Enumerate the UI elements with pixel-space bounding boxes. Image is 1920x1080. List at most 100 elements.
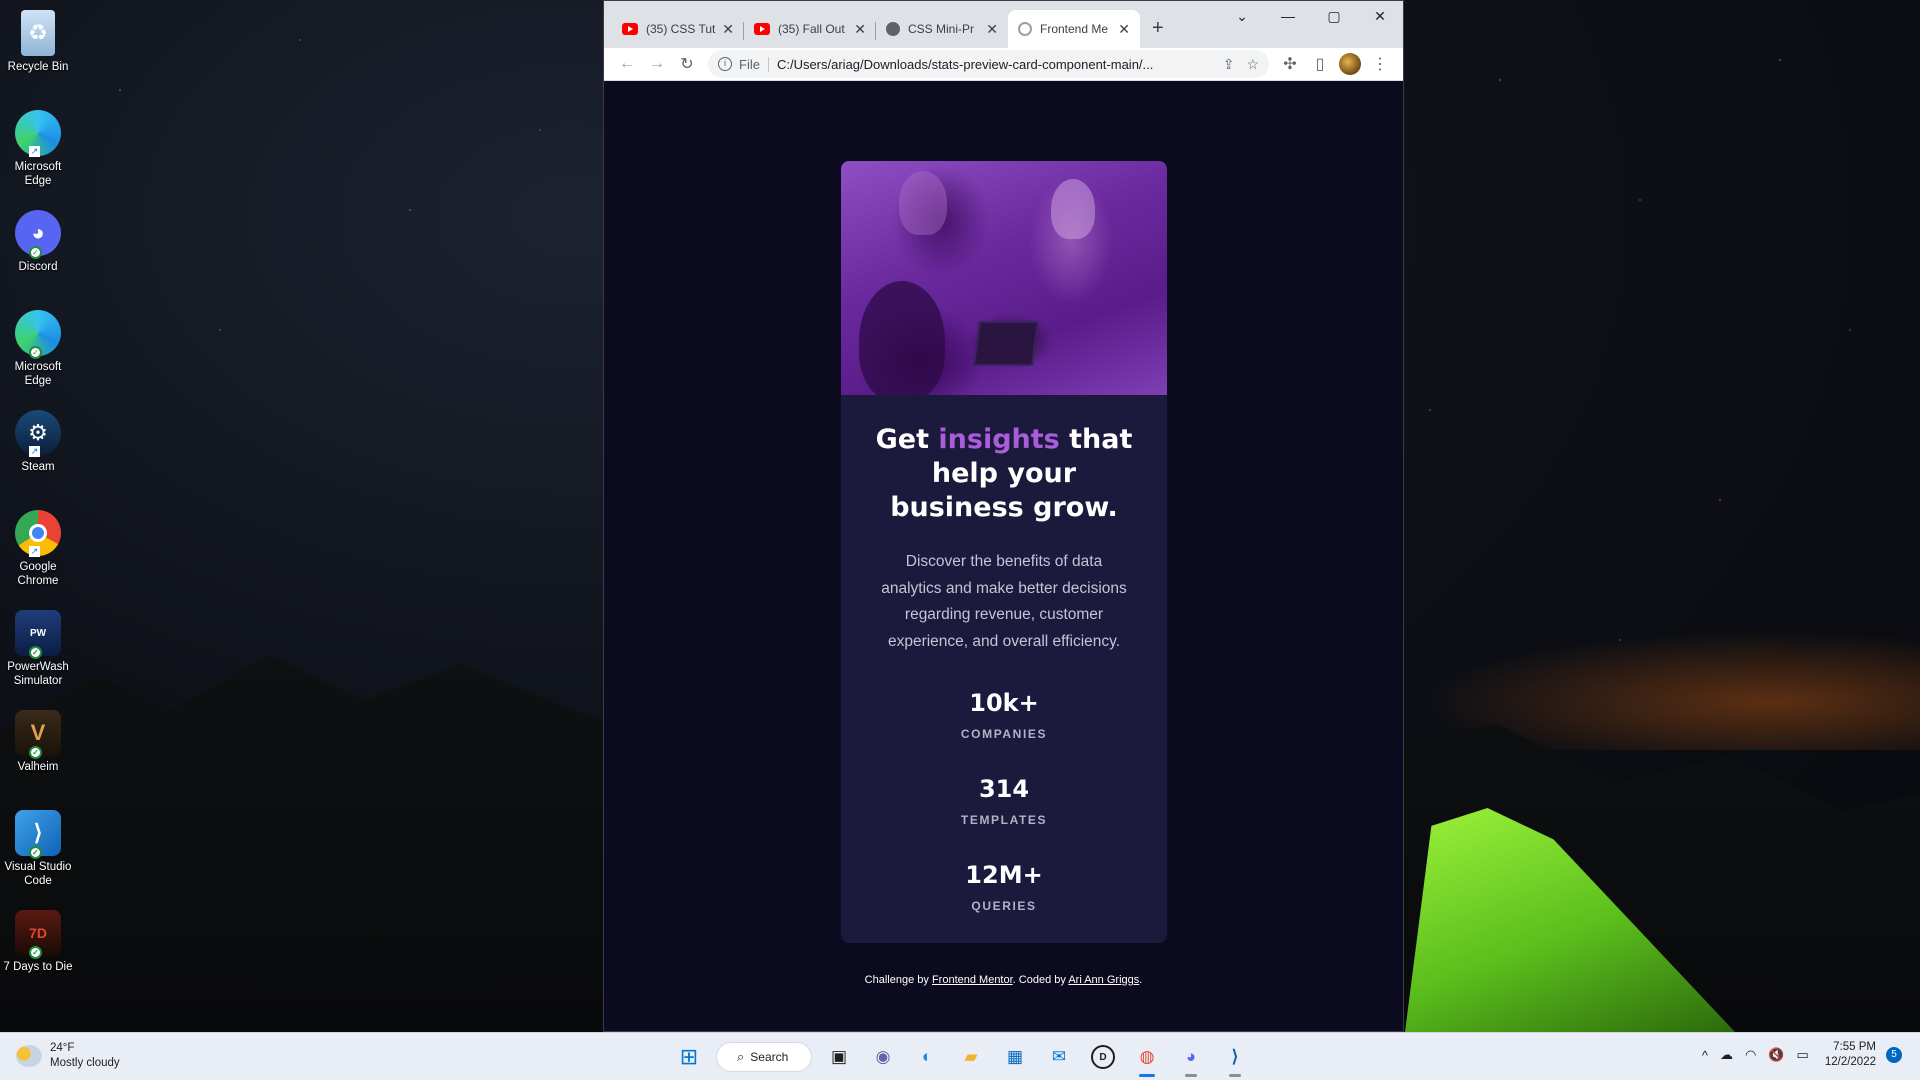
tab-fall-out[interactable]: (35) Fall Out ✕ [744, 10, 876, 48]
attribution-text: Challenge by [864, 974, 932, 986]
close-tab-icon[interactable]: ✕ [854, 21, 866, 38]
bookmark-star-icon[interactable]: ☆ [1246, 56, 1259, 73]
desktop-icon-7days[interactable]: 7D ✓ 7 Days to Die [0, 906, 76, 1006]
desktop-icon-recycle-bin[interactable]: ♻ Recycle Bin [0, 6, 76, 106]
desktop-icon-valheim[interactable]: V ✓ Valheim [0, 706, 76, 806]
battery-icon[interactable]: ▭ [1797, 1047, 1809, 1063]
teams-chat-icon[interactable]: ◉ [866, 1040, 900, 1074]
discord-taskbar-icon[interactable]: ◕ [1174, 1040, 1208, 1077]
desktop-icon-vscode[interactable]: ⟩ ✓ Visual Studio Code [0, 806, 76, 906]
desktop-icon-chrome[interactable]: ↗ Google Chrome [0, 506, 76, 606]
desktop-icon-label: Microsoft Edge [14, 361, 62, 387]
headline-accent: insights [938, 424, 1060, 455]
desktop-icon-steam[interactable]: ⚙ ↗ Steam [0, 406, 76, 506]
dell-icon[interactable]: D [1091, 1045, 1115, 1069]
file-explorer-icon[interactable]: ▰ [954, 1040, 988, 1074]
stat-label: TEMPLATES [960, 813, 1048, 827]
taskbar-search[interactable]: ⌕ Search [716, 1042, 812, 1072]
desktop-icon-label: Google Chrome [17, 561, 59, 587]
desktop-icon-label: 7 Days to Die [3, 961, 73, 973]
weather-cloudy-icon [16, 1045, 42, 1067]
tab-strip: (35) CSS Tut ✕ (35) Fall Out ✕ CSS Mini-… [604, 1, 1403, 48]
notification-badge[interactable]: 5 [1886, 1047, 1902, 1063]
extensions-icon[interactable]: ✣ [1275, 50, 1305, 78]
sync-check-icon: ✓ [29, 946, 42, 959]
frontend-mentor-link[interactable]: Frontend Mentor [932, 974, 1013, 986]
close-tab-icon[interactable]: ✕ [986, 21, 998, 38]
side-panel-icon[interactable]: ▯ [1305, 50, 1335, 78]
share-icon[interactable]: ⇪ [1223, 56, 1235, 73]
desktop-icon-edge[interactable]: ↗ Microsoft Edge [0, 106, 76, 206]
maximize-button[interactable]: ▢ [1311, 1, 1357, 31]
new-tab-button[interactable]: + [1152, 10, 1164, 48]
vscode-taskbar-icon[interactable]: ⟩ [1218, 1040, 1252, 1077]
clock[interactable]: 7:55 PM 12/2/2022 [1825, 1040, 1876, 1070]
back-button[interactable]: ← [612, 50, 642, 78]
7days-icon: 7D ✓ [15, 910, 61, 959]
system-tray: ^ ☁ ◠ 🔇 ▭ 7:55 PM 12/2/2022 5 [1690, 1040, 1902, 1070]
shortcut-arrow-icon: ↗ [29, 546, 40, 557]
browser-toolbar: ← → ↻ i File C:/Users/ariag/Downloads/st… [604, 48, 1403, 81]
onedrive-cloud-icon[interactable]: ☁ [1720, 1047, 1733, 1063]
card-body: Get insights that help your business gro… [841, 395, 1167, 913]
search-icon: ⌕ [737, 1049, 745, 1064]
tab-frontend-mentor[interactable]: Frontend Me ✕ [1008, 10, 1140, 48]
close-tab-icon[interactable]: ✕ [1118, 21, 1130, 38]
stat-label: COMPANIES [960, 727, 1048, 741]
close-window-button[interactable]: ✕ [1357, 1, 1403, 31]
window-controls: ⌄ — ▢ ✕ [1219, 1, 1403, 31]
tab-css-mini-projects[interactable]: CSS Mini-Pr ✕ [876, 10, 1008, 48]
desktop-icon-label: PowerWash Simulator [7, 661, 69, 687]
start-button[interactable]: ⊞ [672, 1040, 706, 1074]
tab-css-tutorial[interactable]: (35) CSS Tut ✕ [612, 10, 744, 48]
stat-value: 10k+ [969, 689, 1039, 717]
minimize-button[interactable]: — [1265, 1, 1311, 31]
forward-button[interactable]: → [642, 50, 672, 78]
recycle-bin-icon: ♻ [21, 10, 55, 56]
desktop-icon-label: Valheim [17, 761, 59, 773]
clock-time: 7:55 PM [1833, 1041, 1876, 1053]
wifi-icon[interactable]: ◠ [1745, 1047, 1756, 1063]
address-bar[interactable]: i File C:/Users/ariag/Downloads/stats-pr… [708, 50, 1269, 78]
vscode-icon: ⟩ ✓ [15, 810, 61, 859]
reload-button[interactable]: ↻ [672, 50, 702, 78]
author-link[interactable]: Ari Ann Griggs [1068, 974, 1139, 986]
page-viewport: Get insights that help your business gro… [604, 81, 1403, 1031]
chrome-taskbar-icon[interactable]: ◍ [1130, 1040, 1164, 1077]
profile-avatar[interactable] [1335, 50, 1365, 78]
desktop-icon-label: Microsoft Edge [14, 161, 62, 187]
tab-search-icon[interactable]: ⌄ [1219, 1, 1265, 31]
mail-icon[interactable]: ✉ [1042, 1040, 1076, 1074]
youtube-icon [754, 23, 770, 35]
desktop-icon-discord[interactable]: ◕ ✓ Discord [0, 206, 76, 306]
image-person [899, 171, 947, 235]
desktop-icon-label: Visual Studio Code [4, 861, 72, 887]
browser-window: (35) CSS Tut ✕ (35) Fall Out ✕ CSS Mini-… [603, 0, 1404, 1032]
tab-title: Frontend Me [1040, 22, 1109, 36]
stat-value: 12M+ [965, 861, 1043, 889]
address-scheme: File [739, 56, 769, 72]
volume-muted-icon[interactable]: 🔇 [1768, 1047, 1784, 1063]
frontend-mentor-icon [1018, 22, 1032, 36]
close-tab-icon[interactable]: ✕ [722, 21, 734, 38]
weather-widget[interactable]: 24°F Mostly cloudy [16, 1041, 120, 1071]
sync-check-icon: ✓ [29, 246, 42, 259]
menu-kebab-icon[interactable]: ⋮ [1365, 50, 1395, 78]
desktop-icon-powerwash[interactable]: PW ✓ PowerWash Simulator [0, 606, 76, 706]
chevron-up-icon[interactable]: ^ [1702, 1048, 1708, 1063]
desktop-icon-edge-2[interactable]: ✓ Microsoft Edge [0, 306, 76, 406]
image-laptop [972, 321, 1040, 366]
info-icon[interactable]: i [718, 57, 732, 71]
desktop-icon-label: Steam [21, 461, 55, 473]
weather-temp: 24°F [50, 1042, 75, 1054]
search-label: Search [750, 1050, 789, 1064]
globe-icon [886, 22, 900, 36]
card-hero-image [841, 161, 1167, 395]
clock-date: 12/2/2022 [1824, 1056, 1876, 1068]
edge-taskbar-icon[interactable]: ◐ [910, 1040, 944, 1074]
desktop-icon-label: Recycle Bin [7, 61, 69, 73]
task-view-icon[interactable]: ▣ [822, 1040, 856, 1074]
tab-title: (35) Fall Out [778, 22, 845, 36]
stat-queries: 12M+ QUERIES [865, 861, 1143, 913]
microsoft-store-icon[interactable]: ▦ [998, 1040, 1032, 1074]
